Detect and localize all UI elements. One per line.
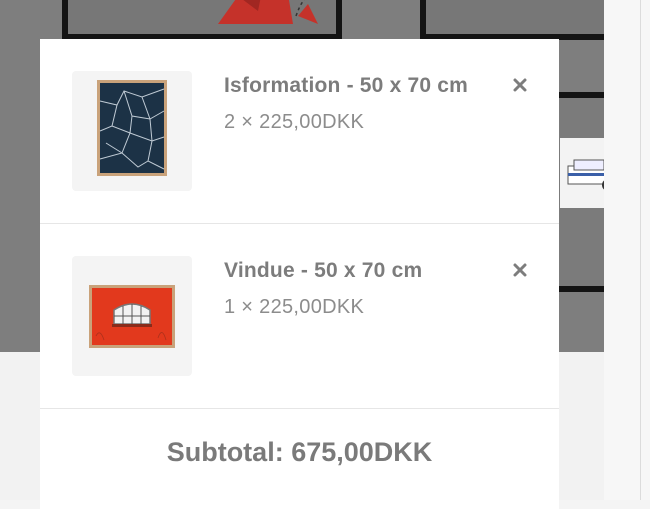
quantity: 2 — [224, 111, 236, 133]
red-wall-window-poster-image — [89, 285, 175, 348]
cart-subtotal: Subtotal: 675,00DKK — [40, 437, 559, 468]
subtotal-label: Subtotal: — [166, 437, 284, 467]
cart-item-quantity-price: 1 × 225,00DKK — [224, 296, 364, 319]
cart-item-name[interactable]: Isformation - 50 x 70 cm — [224, 74, 468, 98]
remove-item-button[interactable] — [512, 77, 528, 93]
subtotal-value: 675,00DKK — [291, 437, 433, 467]
cart-item-quantity-price: 2 × 225,00DKK — [224, 111, 364, 134]
times-symbol: × — [241, 296, 254, 318]
background-poster-frame — [62, 0, 342, 40]
cart-item: Isformation - 50 x 70 cm 2 × 225,00DKK — [40, 39, 559, 224]
cart-item-thumbnail[interactable] — [72, 71, 192, 191]
mini-cart-dropdown: Isformation - 50 x 70 cm 2 × 225,00DKK V… — [40, 39, 559, 509]
background-right-strip — [604, 0, 650, 500]
background-divider — [640, 0, 641, 500]
cart-item-name[interactable]: Vindue - 50 x 70 cm — [224, 259, 422, 283]
cart-item-thumbnail[interactable] — [72, 256, 192, 376]
remove-item-button[interactable] — [512, 262, 528, 278]
times-symbol: × — [241, 111, 254, 133]
red-map-artwork — [218, 0, 318, 24]
remove-x-icon — [513, 263, 527, 277]
background-poster-frame — [420, 0, 604, 40]
unit-price: 225,00DKK — [259, 111, 365, 133]
quantity: 1 — [224, 296, 236, 318]
cart-item: Vindue - 50 x 70 cm 1 × 225,00DKK — [40, 224, 559, 409]
cracked-ice-poster-image — [97, 80, 167, 176]
unit-price: 225,00DKK — [259, 296, 365, 318]
remove-x-icon — [513, 78, 527, 92]
car-artwork — [560, 138, 604, 208]
